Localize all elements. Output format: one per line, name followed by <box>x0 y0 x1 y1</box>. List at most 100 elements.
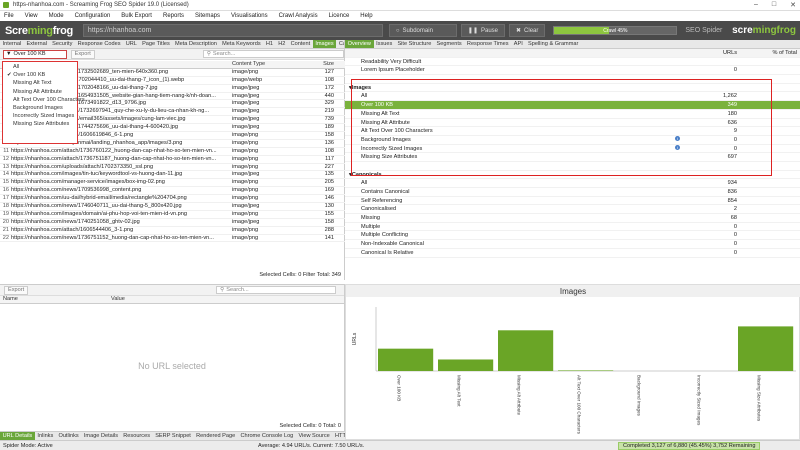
overview-row[interactable]: Contains Canonical 836 <box>345 188 800 197</box>
right-tab-site-structure[interactable]: Site Structure <box>395 40 434 48</box>
right-tab-spelling-grammar[interactable]: Spelling & Grammar <box>525 40 581 48</box>
table-row[interactable]: 20 https://nhanhoa.com/news/1740251058_gh… <box>0 219 345 227</box>
overview-row[interactable]: Canonical Is Relative 0 <box>345 249 800 258</box>
tab-external[interactable]: External <box>24 40 50 48</box>
dropdown-item[interactable]: Incorrectly Sized Images <box>3 112 77 120</box>
menu-visualisations[interactable]: Visualisations <box>231 13 268 19</box>
tab-response-codes[interactable]: Response Codes <box>75 40 123 48</box>
row-size: 158 <box>324 218 334 225</box>
close-icon[interactable]: ✕ <box>790 1 796 9</box>
right-tab-overview[interactable]: Overview <box>345 40 374 48</box>
menu-file[interactable]: File <box>4 13 14 19</box>
overview-row[interactable]: Multiple 0 <box>345 223 800 232</box>
table-row[interactable]: 19 https://nhanhoa.com/images/domain/ai-p… <box>0 211 345 219</box>
tab-meta-description[interactable]: Meta Description <box>172 40 219 48</box>
bottom-tab-http[interactable]: HTTP <box>332 432 345 440</box>
menu-crawl-analysis[interactable]: Crawl Analysis <box>279 13 318 19</box>
title-bar: https-nhanhoa.com - Screaming Frog SEO S… <box>0 0 800 11</box>
tab-internal[interactable]: Internal <box>0 40 24 48</box>
dropdown-item[interactable]: Missing Alt Text <box>3 79 77 87</box>
search-input[interactable]: ⚲ Search... <box>202 50 344 58</box>
menu-help[interactable]: Help <box>360 13 372 19</box>
bottom-tab-chrome-console-log[interactable]: Chrome Console Log <box>238 432 296 440</box>
row-size: 227 <box>324 163 334 170</box>
overview-row[interactable]: Canonicalised 2 <box>345 205 800 215</box>
right-tab-api[interactable]: API <box>511 40 525 48</box>
dropdown-item[interactable]: ✔ Over 100 KB <box>3 71 77 79</box>
row-number: 16 <box>2 187 9 194</box>
overview-row[interactable]: Readability Very Difficult <box>345 58 800 67</box>
menu-mode[interactable]: Mode <box>49 13 64 19</box>
url-input[interactable]: https://nhanhoa.com <box>82 24 383 37</box>
overview-row[interactable]: Missing 68 <box>345 214 800 223</box>
detail-export-button[interactable]: Export <box>4 285 29 295</box>
bottom-tab-rendered-page[interactable]: Rendered Page <box>193 432 237 440</box>
bottom-tab-url-details[interactable]: URL Details <box>0 432 35 440</box>
row-size: 329 <box>324 100 334 107</box>
menu-sitemaps[interactable]: Sitemaps <box>195 13 220 19</box>
row-label: All <box>361 180 368 187</box>
row-size: 169 <box>324 187 334 194</box>
row-pct <box>740 58 800 66</box>
tab-content[interactable]: Content <box>288 40 313 48</box>
table-row[interactable]: 22 https://nhanhoa.com/news/1736751152_hu… <box>0 235 345 243</box>
tab-url[interactable]: URL <box>123 40 139 48</box>
overview-row[interactable]: All 934 <box>345 179 800 188</box>
row-pct <box>740 223 800 231</box>
table-row[interactable]: 21 https://nhanhoa.com/attach/1606544406_… <box>0 227 345 235</box>
menu-licence[interactable]: Licence <box>329 13 350 19</box>
tab-ca[interactable]: Ca <box>336 40 344 48</box>
pause-icon: ❚❚ <box>467 28 478 34</box>
subdomain-select[interactable]: ○ Subdomain <box>388 24 457 37</box>
dropdown-item[interactable]: Alt Text Over 100 Characters <box>3 96 85 104</box>
table-row[interactable]: 12 https://nhanhoa.com/attach/1736751187_… <box>0 156 345 164</box>
right-tab-segments[interactable]: Segments <box>434 40 464 48</box>
bottom-tab-view-source[interactable]: View Source <box>296 432 333 440</box>
menu-reports[interactable]: Reports <box>163 13 184 19</box>
dropdown-item[interactable]: Missing Alt Attribute <box>3 88 77 96</box>
export-button[interactable]: Export <box>70 49 95 59</box>
bar-0 <box>378 348 434 371</box>
bottom-tab-serp-snippet[interactable]: SERP Snippet <box>153 432 194 440</box>
row-size: 172 <box>324 84 334 91</box>
table-row[interactable]: 17 https://nhanhoa.com/uu-dai/hybrid-emai… <box>0 195 345 204</box>
table-row[interactable]: 13 https://nhanhoa.com/uploads/attach/170… <box>0 164 345 172</box>
tab-images[interactable]: Images <box>312 40 337 48</box>
bottom-tab-inlinks[interactable]: Inlinks <box>35 432 56 440</box>
table-row[interactable]: 16 https://nhanhoa.com/news/1709536998_co… <box>0 187 345 196</box>
dropdown-item[interactable]: All <box>3 63 77 71</box>
grid-footer: Selected Cells: 0 Filter Total: 349 <box>259 272 341 278</box>
chart-svg: Images URLs Over 100 KB Missing Alt Text Mis… <box>346 285 800 435</box>
dropdown-item[interactable]: Missing Size Attributes <box>3 120 77 128</box>
tab-page-titles[interactable]: Page Titles <box>139 40 172 48</box>
menu-view[interactable]: View <box>25 13 38 19</box>
tab-h1[interactable]: H1 <box>263 40 275 48</box>
dropdown-item-label: Missing Size Attributes <box>13 121 70 128</box>
overview-row[interactable]: Self Referencing 854 <box>345 197 800 206</box>
row-address: https://nhanhoa.com/uu-dai/hybrid-email/… <box>11 195 187 202</box>
table-row[interactable]: 11 https://nhanhoa.com/attach/1736760122_… <box>0 148 345 156</box>
right-tab-response-times[interactable]: Response Times <box>464 40 511 48</box>
detail-search-input[interactable]: ⚲ Search... <box>216 286 337 294</box>
menu-bulk-export[interactable]: Bulk Export <box>121 13 152 19</box>
minimize-icon[interactable]: – <box>754 1 758 9</box>
table-row[interactable]: 15 https://nhanhoa.com/manager-service/im… <box>0 179 345 188</box>
table-row[interactable]: 18 https://nhanhoa.com/news/1746040711_uu… <box>0 203 345 211</box>
bottom-tab-resources[interactable]: Resources <box>121 432 153 440</box>
bottom-tab-image-details[interactable]: Image Details <box>81 432 120 440</box>
tab-h2[interactable]: H2 <box>276 40 288 48</box>
filter-dropdown[interactable]: ▼ Over 100 KB <box>3 49 67 59</box>
tab-meta-keywords[interactable]: Meta Keywords <box>220 40 264 48</box>
right-tab-issues[interactable]: Issues <box>374 40 395 48</box>
tab-security[interactable]: Security <box>50 40 75 48</box>
maximize-icon[interactable]: □ <box>772 1 776 9</box>
clear-button[interactable]: ✖ Clear <box>509 24 546 37</box>
overview-row[interactable]: Lorem Ipsum Placeholder 0 <box>345 66 800 76</box>
bottom-tab-outlinks[interactable]: Outlinks <box>56 432 81 440</box>
pause-button[interactable]: ❚❚ Pause <box>460 24 505 37</box>
menu-configuration[interactable]: Configuration <box>75 13 111 19</box>
table-row[interactable]: 14 https://nhanhoa.com/images/tin-tuc/key… <box>0 171 345 180</box>
overview-row[interactable]: Multiple Conflicting 0 <box>345 231 800 241</box>
overview-row[interactable]: Non-Indexable Canonical 0 <box>345 240 800 249</box>
dropdown-item[interactable]: Background Images <box>3 104 77 112</box>
